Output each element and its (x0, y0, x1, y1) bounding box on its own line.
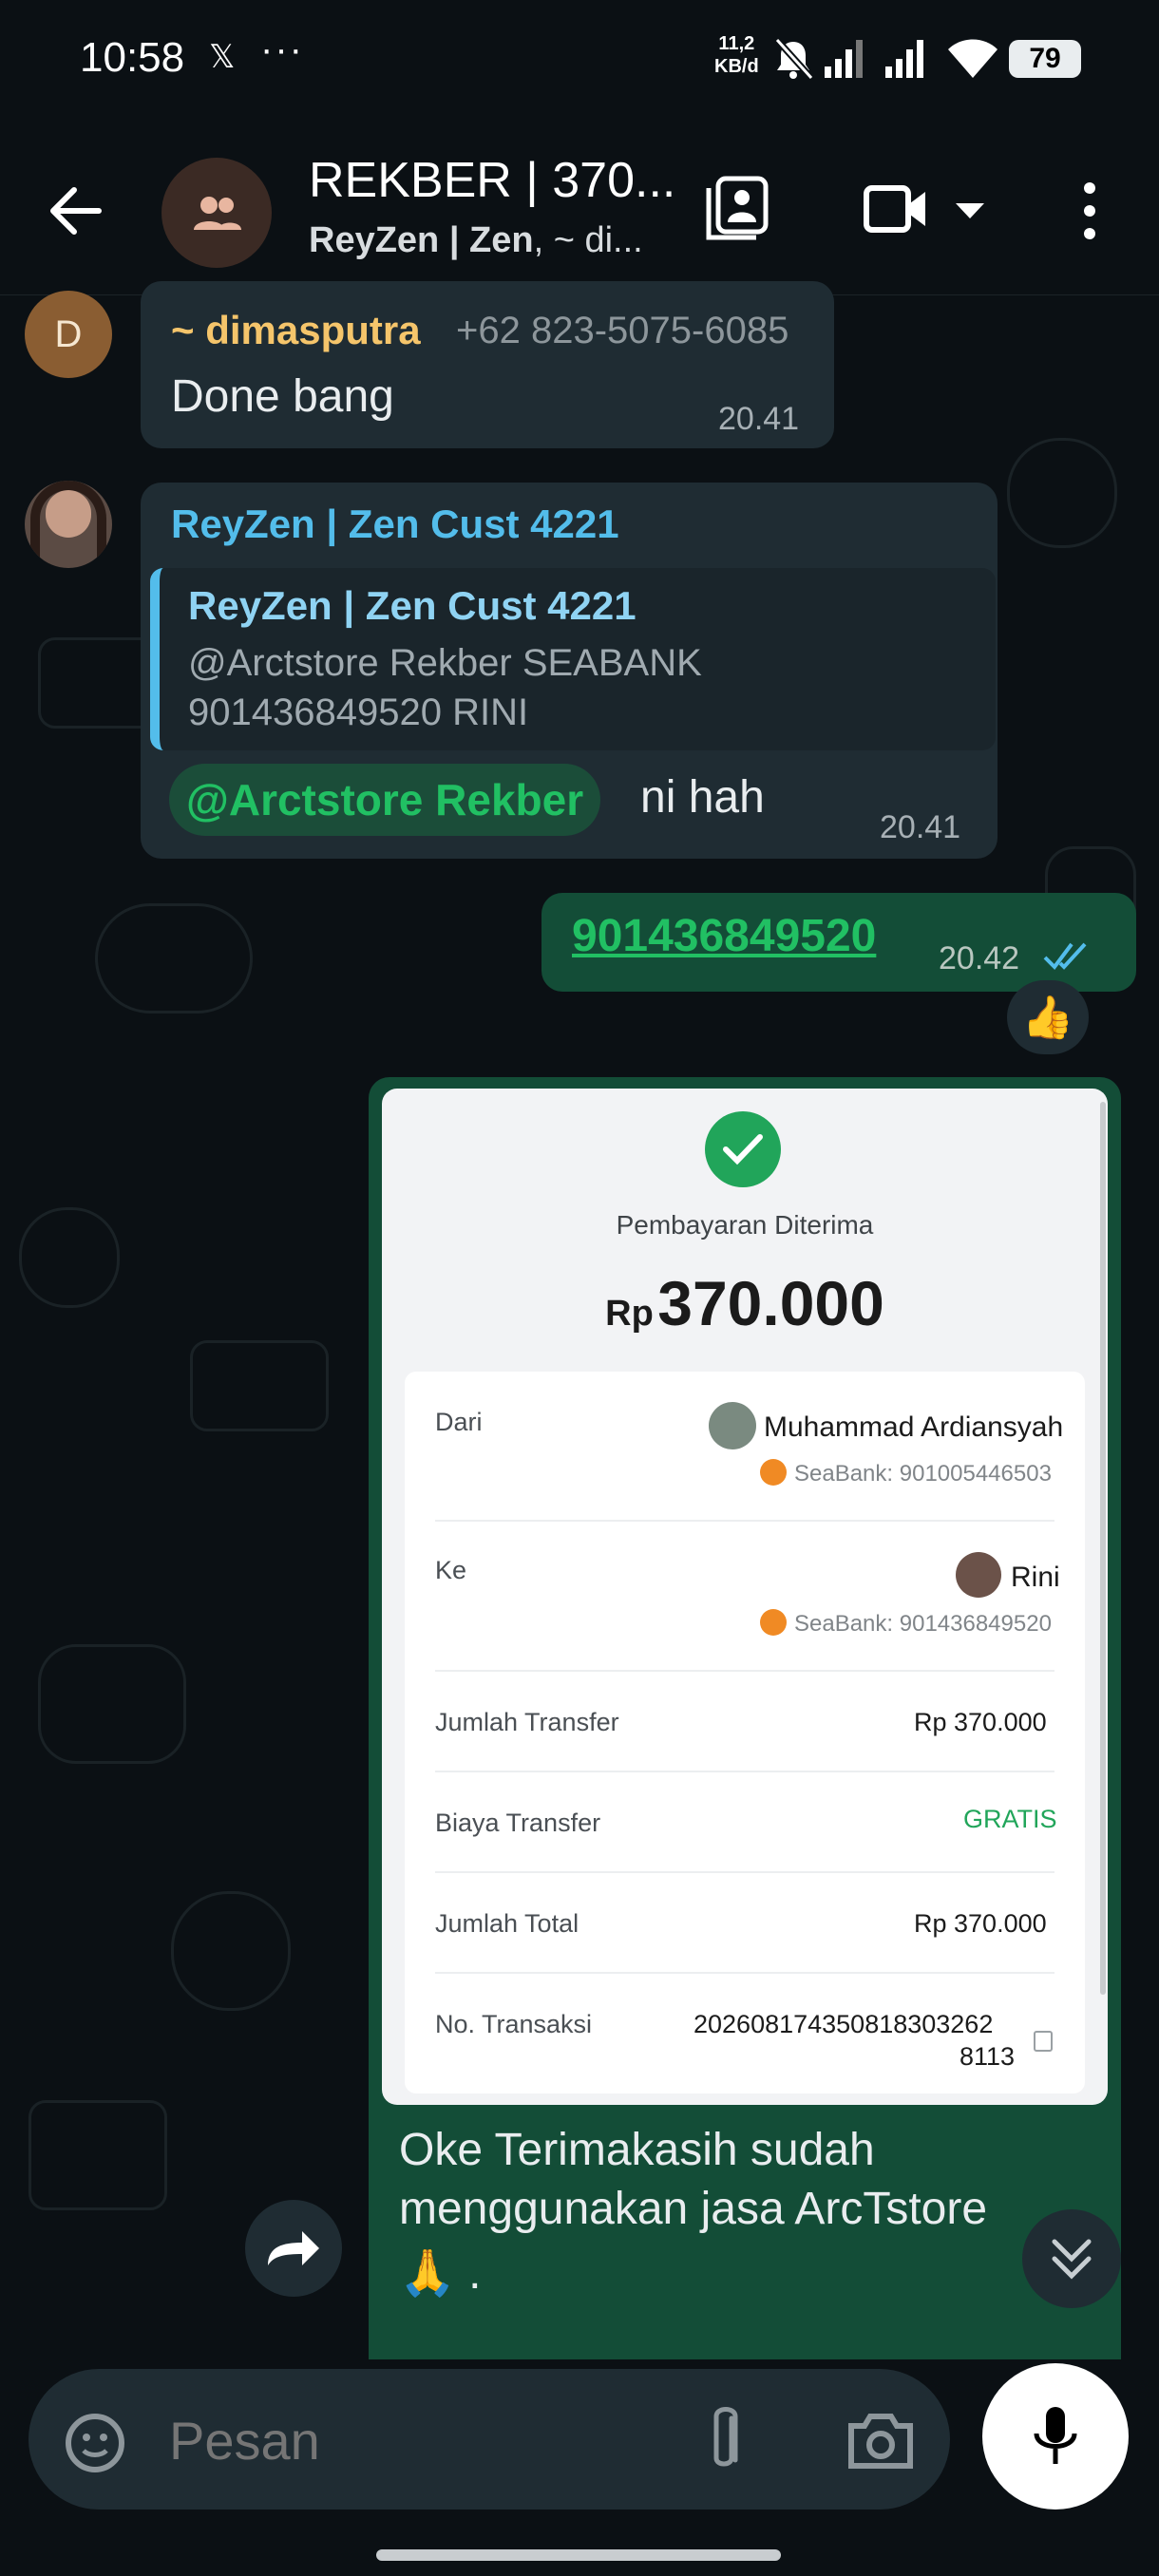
group-avatar[interactable] (162, 158, 272, 268)
quoted-text-line1: @Arctstore Rekber SEABANK (188, 642, 702, 684)
voice-message-button[interactable] (982, 2363, 1129, 2510)
to-label: Ke (435, 1556, 467, 1584)
attachment-icon[interactable] (705, 2405, 743, 2477)
network-speed: 11,2 KB/d (714, 32, 759, 78)
message-time: 20.41 (718, 401, 800, 437)
message-time: 20.41 (880, 809, 961, 845)
transaction-number-line1: 20260817435081830326​2 (694, 2010, 994, 2038)
camera-icon[interactable] (847, 2411, 914, 2470)
video-call-icon[interactable] (863, 182, 929, 236)
network-speed-unit: KB/d (714, 56, 759, 77)
copy-icon[interactable] (1034, 2031, 1053, 2052)
message-time: 20.42 (939, 940, 1020, 976)
payment-receipt-image[interactable]: Pembayaran Diterima Rp 370.000 (382, 1089, 1108, 2105)
group-title[interactable]: REKBER | 370... (309, 152, 675, 209)
wallpaper-doodle (38, 1644, 186, 1764)
read-ticks-icon (1043, 942, 1087, 971)
overflow-menu-icon[interactable] (1074, 180, 1106, 241)
from-bank: SeaBank: 901005446503 (794, 1461, 1052, 1487)
from-name: Muhammad Ardiansyah (764, 1411, 1064, 1443)
mute-bell-icon (774, 37, 814, 80)
divider (435, 1520, 1054, 1522)
wifi-icon (948, 39, 998, 78)
divider (435, 1771, 1054, 1772)
divider (435, 1871, 1054, 1873)
more-notifications-icon: ··· (260, 28, 304, 70)
phone-number-link[interactable]: 901436849520 (572, 910, 876, 962)
seabank-icon (760, 1609, 787, 1636)
transfer-value: Rp 370.000 (914, 1708, 1047, 1736)
fee-value: GRATIS (963, 1805, 1057, 1833)
home-indicator[interactable] (376, 2549, 781, 2561)
forward-button[interactable] (245, 2200, 342, 2297)
transfer-label: Jumlah Transfer (435, 1708, 619, 1736)
from-label: Dari (435, 1408, 483, 1436)
avatar (709, 1402, 756, 1449)
group-icon (194, 197, 241, 230)
divider (435, 1670, 1054, 1672)
payment-amount: Rp 370.000 (382, 1267, 1108, 1339)
avatar[interactable]: D (25, 291, 112, 378)
message-input[interactable] (167, 2399, 646, 2481)
wallpaper-doodle (19, 1207, 120, 1308)
quoted-sender: ReyZen | Zen Cust 4221 (188, 583, 636, 628)
forward-icon (268, 2231, 319, 2265)
network-speed-value: 11,2 (718, 33, 755, 54)
back-arrow-icon[interactable] (46, 182, 104, 239)
wallpaper-doodle (171, 1891, 291, 2011)
reaction-badge[interactable]: 👍 (1007, 980, 1089, 1054)
signal-1-icon (825, 40, 863, 78)
message-sender[interactable]: ReyZen | Zen Cust 4221 (171, 502, 619, 547)
message-text: Done bang (171, 371, 394, 422)
amount-currency: Rp (605, 1294, 654, 1334)
group-members-subtitle[interactable]: ReyZen | Zen, ~ di... (309, 220, 643, 261)
payment-status: Pembayaran Diterima (616, 1210, 874, 1240)
message-sender[interactable]: ~ dimasputra (171, 308, 421, 353)
amount-value: 370.000 (657, 1268, 884, 1338)
check-circle-icon (705, 1111, 781, 1187)
status-time: 10:58 (80, 34, 185, 81)
seabank-icon (760, 1459, 787, 1486)
signal-2-icon (885, 40, 923, 78)
sender-phone: +62 823-5075-6085 (456, 310, 789, 351)
x-logo-icon: 𝕏 (209, 39, 236, 75)
mention-chip[interactable]: @Arctstore Rekber (169, 764, 601, 836)
double-chevron-down-icon (1052, 2239, 1092, 2280)
caption-line3: 🙏 . (399, 2248, 482, 2299)
total-value: Rp 370.000 (914, 1909, 1047, 1938)
to-bank: SeaBank: 901436849520 (794, 1611, 1052, 1637)
wallpaper-doodle (190, 1340, 329, 1431)
receipt-scrollbar (1100, 1102, 1106, 1995)
avatar[interactable] (25, 481, 112, 568)
scroll-to-bottom-button[interactable] (1022, 2209, 1121, 2308)
chevron-down-icon[interactable] (954, 201, 986, 220)
total-label: Jumlah Total (435, 1909, 580, 1938)
quoted-text-line2: 901436849520 RINI (188, 691, 529, 733)
fee-label: Biaya Transfer (435, 1809, 601, 1837)
wallpaper-doodle (1007, 438, 1117, 548)
microphone-icon (1034, 2407, 1077, 2464)
contact-card-icon[interactable] (705, 175, 771, 241)
wallpaper-doodle (95, 903, 253, 1013)
subtitle-members-bold: ReyZen | Zen (309, 220, 534, 260)
divider (435, 1972, 1054, 1974)
transaction-label: No. Transaksi (435, 2010, 593, 2038)
subtitle-members-rest: , ~ di... (533, 220, 643, 260)
transaction-number-line2: 8113 (960, 2042, 1016, 2071)
wallpaper-doodle (28, 2100, 167, 2210)
avatar-hair (30, 481, 106, 568)
caption-line1: Oke Terimakasih sudah (399, 2125, 875, 2175)
battery-indicator: 79 (1009, 40, 1081, 78)
sticker-icon[interactable] (63, 2411, 127, 2475)
avatar (956, 1552, 1001, 1598)
caption-line2: menggunakan jasa ArcTstore (399, 2184, 988, 2234)
message-text: ni hah (640, 772, 765, 823)
to-name: Rini (1011, 1562, 1060, 1593)
